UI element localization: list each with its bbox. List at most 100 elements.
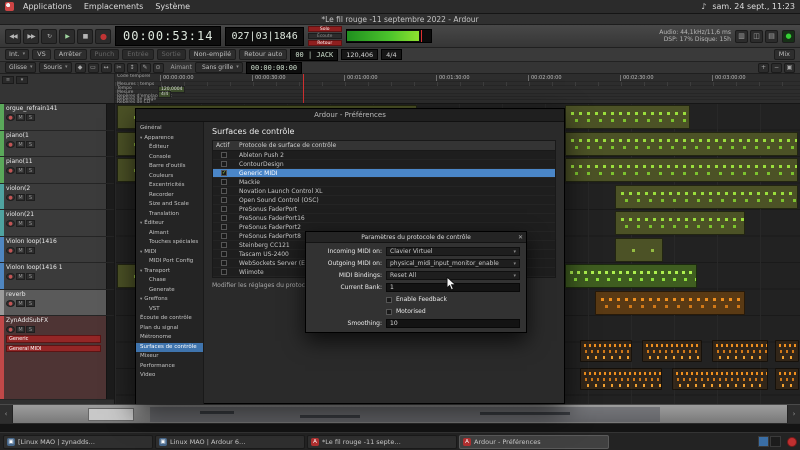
grab-tool[interactable]: ▭ [88,63,99,73]
transport-option-button[interactable]: Arrêter [54,49,87,60]
mixer-tab-button[interactable]: Mix [774,49,795,60]
track-mute-button[interactable]: M [16,326,25,333]
speaker-icon[interactable]: ♪ [701,2,706,11]
sync-mini-clock[interactable]: 00 | JACK [290,49,338,61]
track-solo-button[interactable]: S [26,247,35,254]
nudge-clock[interactable]: 00:00:00:00 [246,62,302,74]
protocol-checkbox[interactable] [386,297,392,303]
track-name[interactable]: violon(21 [6,211,104,219]
protocol-select[interactable]: Clavier Virtuel▾ [386,247,520,256]
transport-option-button[interactable]: Retour auto [239,49,287,60]
surface-row[interactable]: Ableton Push 2 [213,151,555,160]
track-header[interactable]: Violon loop(1416●MS [0,237,114,264]
track-badge[interactable]: Generic [6,335,101,343]
track-header[interactable]: reverb●MS [0,290,114,317]
trash-icon[interactable] [787,437,797,447]
sync-source-combo[interactable]: Int. ▾ [5,49,29,60]
edit-mode-combo[interactable]: Glisse ▾ [5,62,36,73]
play-button[interactable]: ▶ [59,29,75,44]
prefs-tree-item[interactable]: ▾Éditeur [136,219,203,229]
track-name[interactable]: orgue_refrain141 [6,105,104,113]
midi-region[interactable] [565,264,697,288]
track-mute-button[interactable]: M [16,273,25,280]
indicator-retour[interactable]: Retour [308,40,342,46]
track-name[interactable]: piano(11 [6,158,104,166]
midi-region[interactable] [615,238,663,262]
track-record-arm-button[interactable]: ● [6,167,15,174]
track-solo-button[interactable]: S [26,167,35,174]
prefs-tree-item[interactable]: Translation [136,210,203,220]
surface-checkbox[interactable] [221,215,227,221]
surface-row[interactable]: Mackie [213,178,555,187]
primary-clock[interactable]: 00:00:53:14 [115,26,221,46]
midi-region[interactable] [615,185,798,209]
track-solo-button[interactable]: S [26,141,35,148]
track-name[interactable]: Violon loop(1416 1 [6,264,104,272]
draw-tool[interactable]: ✎ [140,63,151,73]
preferences-titlebar[interactable]: Ardour - Préférences [136,109,564,122]
track-record-arm-button[interactable]: ● [6,194,15,201]
track-header[interactable]: piano(11●MS [0,157,114,184]
gnome-menu[interactable]: Applications [21,2,74,11]
surface-checkbox[interactable] [221,224,227,230]
track-mute-button[interactable]: M [16,300,25,307]
record-button[interactable]: ● [95,29,111,44]
prefs-tree-item[interactable]: VST [136,305,203,315]
prefs-tree-item[interactable]: Size and Scale [136,200,203,210]
track-header[interactable]: ZynAddSubFX●MSGenericGeneral MIDI [0,316,114,400]
prefs-tree-item[interactable]: Barre d'outils [136,162,203,172]
track-name[interactable]: reverb [6,291,104,299]
track-record-arm-button[interactable]: ● [6,114,15,121]
taskbar-item[interactable]: ▣Linux MAO | Ardour 6… [155,435,305,449]
taskbar-item[interactable]: A*Le fil rouge -11 septe… [307,435,457,449]
prefs-tree-item[interactable]: Couleurs [136,172,203,182]
gnome-menu[interactable]: Emplacements [82,2,145,11]
tempo-display[interactable]: 120,406 [341,49,378,60]
surface-checkbox[interactable] [221,161,227,167]
indicator-solo[interactable]: Solo [308,26,342,32]
surface-row[interactable]: Open Sound Control (OSC) [213,196,555,205]
track-solo-button[interactable]: S [26,300,35,307]
track-mute-button[interactable]: M [16,114,25,121]
midi-region[interactable] [580,340,632,362]
stop-button[interactable]: ■ [77,29,93,44]
zoom-to-fit-icon[interactable]: ▣ [784,63,795,73]
track-header[interactable]: orgue_refrain141●MS [0,104,114,131]
taskbar-item[interactable]: AArdour - Préférences [459,435,609,449]
track-record-arm-button[interactable]: ● [6,141,15,148]
monitor-section-icon[interactable]: ▤ [765,30,778,43]
track-mute-button[interactable]: M [16,194,25,201]
prefs-tree-item[interactable]: Video [136,371,203,381]
protocol-checkbox[interactable] [386,309,392,315]
go-end-button[interactable]: ▶▶ [23,29,39,44]
midi-region[interactable] [615,211,745,235]
prefs-tree-item[interactable]: Console [136,153,203,163]
transport-option-button[interactable]: VS [32,49,51,60]
workspace-pager[interactable] [758,436,781,447]
prefs-tree-item[interactable]: Mixeur [136,352,203,362]
surface-checkbox[interactable] [221,233,227,239]
feedback-led-icon[interactable]: ● [782,30,795,43]
prefs-tree-item[interactable]: Plan du signal [136,324,203,334]
prefs-tree-item[interactable]: Éditeur [136,143,203,153]
prefs-tree-item[interactable]: ▾Transport [136,267,203,277]
distro-logo-icon[interactable] [5,2,14,11]
surface-checkbox[interactable] [221,197,227,203]
surface-checkbox[interactable] [221,179,227,185]
surface-checkbox[interactable] [221,269,227,275]
ruler-area[interactable]: Code temporelMesures : tempsTempoMesureR… [0,74,800,104]
surface-checkbox[interactable] [221,242,227,248]
track-solo-button[interactable]: S [26,114,35,121]
track-mute-button[interactable]: M [16,167,25,174]
track-name[interactable]: violon(2 [6,185,104,193]
track-record-arm-button[interactable]: ● [6,326,15,333]
prefs-tree-item[interactable]: Métronome [136,333,203,343]
secondary-clock[interactable]: 027|03|1846 [225,27,303,46]
transport-option-button[interactable]: Sortie [157,49,186,60]
track-mute-button[interactable]: M [16,220,25,227]
indicator-écoute[interactable]: Écoute [308,33,342,39]
meter-display[interactable]: 4/4 [381,49,401,60]
track-record-arm-button[interactable]: ● [6,220,15,227]
track-name[interactable]: ZynAddSubFX [6,317,104,325]
close-icon[interactable]: ✕ [518,232,523,243]
